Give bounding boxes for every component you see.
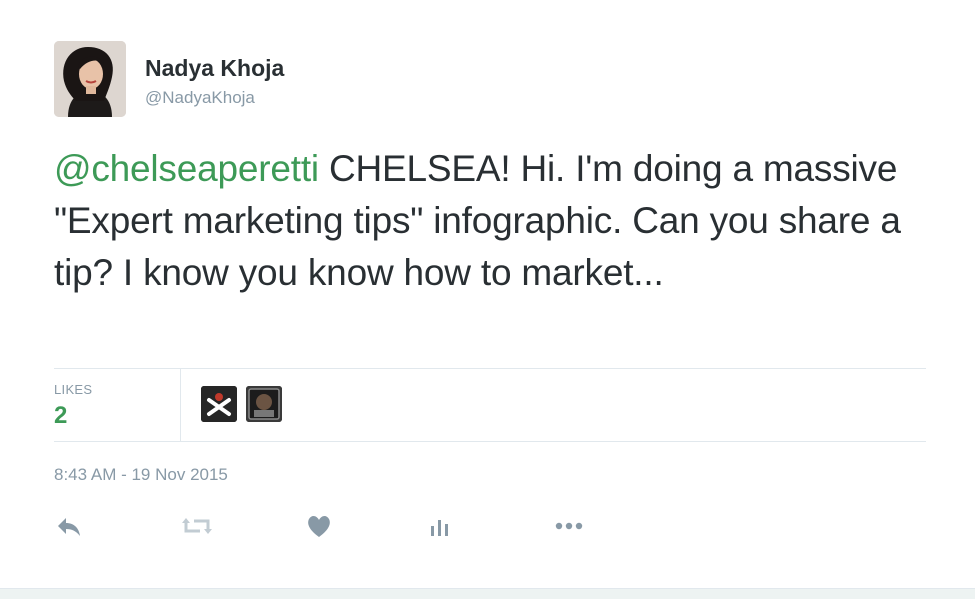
retweet-icon [182, 518, 212, 534]
tweet-card: Nadya Khoja @NadyaKhoja @chelseaperetti … [0, 0, 975, 588]
analytics-icon [431, 520, 448, 536]
retweet-button[interactable] [180, 511, 214, 541]
author-avatar[interactable] [54, 41, 126, 117]
author-name[interactable]: Nadya Khoja [145, 55, 284, 82]
reply-button[interactable] [54, 511, 88, 541]
divider-top [54, 368, 926, 369]
like-button[interactable] [304, 511, 338, 541]
heart-icon [308, 516, 330, 537]
likes-label: LIKES [54, 382, 93, 397]
avatar-photo [54, 41, 126, 117]
liker-avatar[interactable] [246, 386, 282, 422]
mention-link[interactable]: @chelseaperetti [54, 148, 319, 189]
liker-avatar[interactable] [201, 386, 237, 422]
more-button[interactable] [552, 511, 586, 541]
stats-divider [180, 368, 181, 442]
divider-bottom [54, 441, 926, 442]
reply-icon [58, 518, 80, 536]
tweet-timestamp[interactable]: 8:43 AM - 19 Nov 2015 [54, 465, 228, 485]
liker-avatar-image [201, 386, 237, 422]
bottom-bar [0, 588, 975, 599]
tweet-text: @chelseaperetti CHELSEA! Hi. I'm doing a… [54, 143, 934, 299]
author-handle[interactable]: @NadyaKhoja [145, 88, 255, 108]
analytics-button[interactable] [426, 511, 460, 541]
liker-avatar-image [246, 386, 282, 422]
likes-count[interactable]: 2 [54, 402, 67, 430]
more-icon [555, 522, 583, 530]
